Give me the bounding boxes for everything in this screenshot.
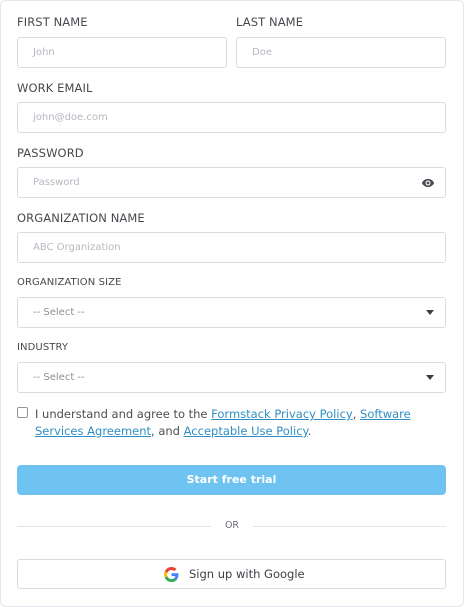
start-free-trial-button[interactable]: Start free trial [17, 465, 446, 495]
consent-checkbox[interactable] [17, 407, 28, 418]
first-name-input[interactable]: John [17, 37, 227, 68]
google-signup-button[interactable]: Sign up with Google [17, 559, 446, 589]
password-label: PASSWORD [17, 146, 84, 160]
organization-size-label: ORGANIZATION SIZE [17, 277, 122, 288]
google-icon [164, 567, 179, 582]
consent-text: I understand and agree to the Formstack … [35, 406, 435, 440]
acceptable-use-policy-link[interactable]: Acceptable Use Policy [184, 424, 308, 438]
organization-size-select[interactable]: -- Select -- [17, 297, 446, 328]
work-email-input[interactable]: john@doe.com [17, 102, 446, 133]
password-input[interactable]: Password [17, 167, 446, 198]
industry-value: -- Select -- [33, 372, 85, 383]
last-name-label: LAST NAME [236, 15, 304, 29]
eye-icon[interactable] [421, 176, 435, 190]
consent-separator: , [352, 407, 361, 421]
organization-name-label: ORGANIZATION NAME [17, 211, 145, 225]
industry-label: INDUSTRY [17, 342, 69, 353]
consent-prefix: I understand and agree to the [35, 407, 212, 421]
privacy-policy-link[interactable]: Formstack Privacy Policy [211, 407, 353, 421]
organization-name-input[interactable]: ABC Organization [17, 232, 446, 263]
first-name-label: FIRST NAME [17, 15, 88, 29]
organization-size-value: -- Select -- [33, 307, 85, 318]
industry-select[interactable]: -- Select -- [17, 362, 446, 393]
consent-separator: , and [151, 424, 184, 438]
last-name-input[interactable]: Doe [236, 37, 446, 68]
password-placeholder: Password [33, 177, 80, 188]
work-email-label: WORK EMAIL [17, 81, 93, 95]
consent-suffix: . [307, 424, 312, 438]
chevron-down-icon [426, 375, 434, 380]
divider-or-label: OR [224, 520, 240, 531]
chevron-down-icon [426, 310, 434, 315]
google-signup-label: Sign up with Google [189, 567, 305, 581]
